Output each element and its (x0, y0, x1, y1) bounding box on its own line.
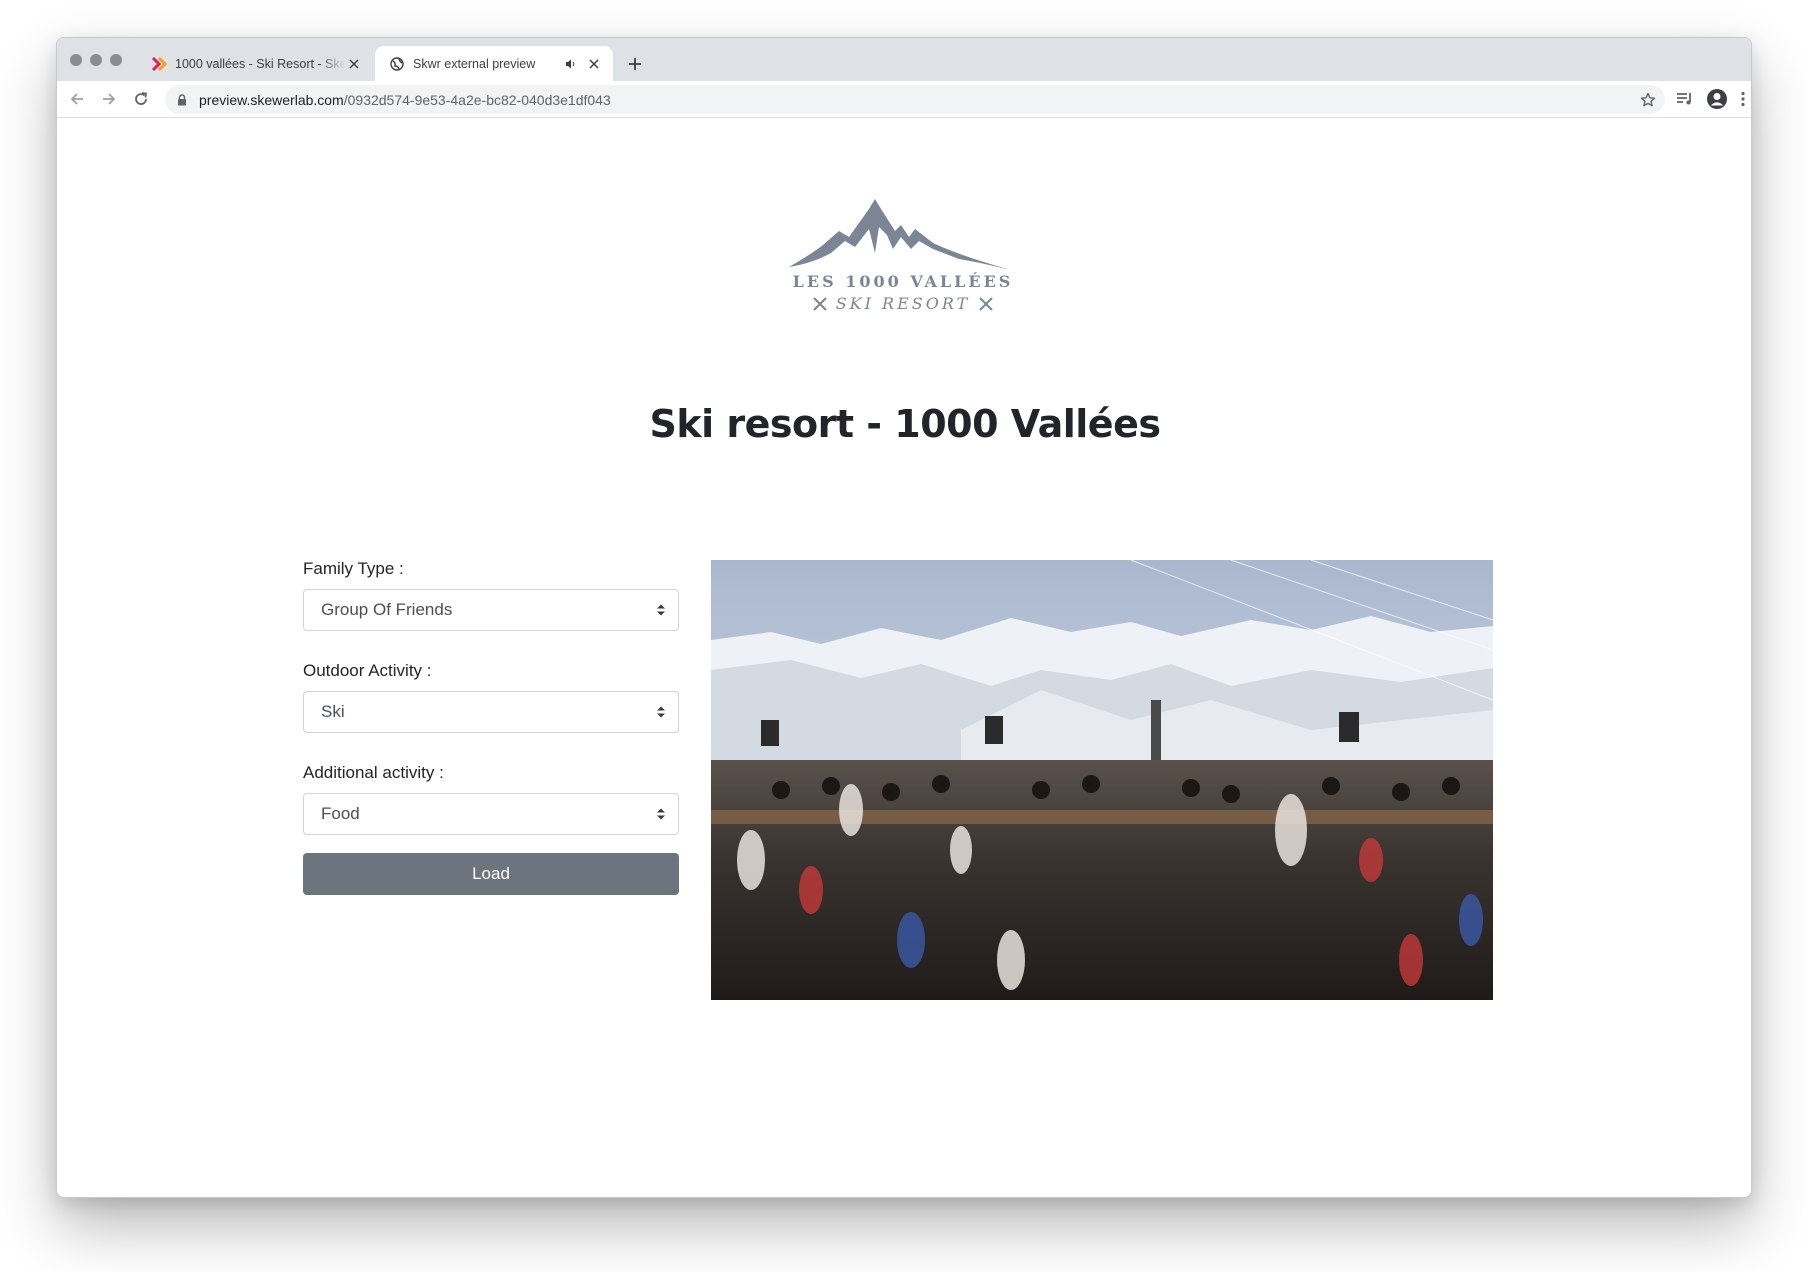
account-circle-icon (1707, 89, 1727, 109)
address-bar[interactable]: preview.skewerlab.com/0932d574-9e53-4a2e… (165, 85, 1665, 114)
browser-toolbar: preview.skewerlab.com/0932d574-9e53-4a2e… (57, 81, 1751, 118)
outdoor-activity-select[interactable]: Ski (303, 691, 679, 733)
browser-window: 1000 vallées - Ski Resort - Skewer Skwr … (56, 37, 1752, 1198)
maximize-window-button[interactable] (110, 54, 122, 66)
crossed-skis-icon (813, 296, 827, 311)
minimize-window-button[interactable] (90, 54, 102, 66)
close-icon[interactable] (585, 55, 603, 73)
skewer-logo-icon (151, 56, 167, 72)
logo-subtitle-row: SKI RESORT (783, 294, 1023, 313)
outdoor-activity-value: Ski (321, 702, 345, 721)
close-window-button[interactable] (70, 54, 82, 66)
outdoor-activity-field: Outdoor Activity : Ski (303, 661, 679, 733)
reload-button[interactable] (129, 87, 153, 111)
more-vertical-icon (1741, 91, 1745, 107)
reload-icon (135, 92, 148, 105)
close-icon[interactable] (345, 55, 363, 73)
arrow-right-icon (103, 93, 116, 105)
desktop-background: 1000 vallées - Ski Resort - Skewer Skwr … (0, 0, 1808, 1272)
forward-button[interactable] (97, 87, 121, 111)
tab-title: Skwr external preview (413, 56, 536, 71)
additional-activity-label: Additional activity : (303, 763, 444, 782)
crossed-skis-icon (979, 296, 993, 311)
speaker-icon[interactable] (563, 56, 579, 72)
select-arrows-icon (657, 706, 665, 718)
tab-strip: 1000 vallées - Ski Resort - Skewer Skwr … (57, 38, 1751, 81)
additional-activity-select[interactable]: Food (303, 793, 679, 835)
tab-ski-resort[interactable]: 1000 vallées - Ski Resort - Skewer (137, 46, 373, 81)
url-host: preview.skewerlab.com (199, 91, 344, 108)
mountain-logo-icon (789, 199, 1015, 271)
page-title: Ski resort - 1000 Vallées (649, 402, 1161, 446)
family-type-value: Group Of Friends (321, 600, 453, 619)
arrow-left-icon (70, 93, 83, 105)
page-content: LES 1000 VALLÉES SKI RESORT Ski resort -… (57, 119, 1751, 1197)
profile-button[interactable] (1705, 87, 1729, 111)
additional-activity-value: Food (321, 804, 360, 823)
star-icon[interactable] (1639, 91, 1657, 109)
globe-icon (389, 56, 405, 72)
lock-icon[interactable] (175, 93, 189, 107)
family-type-label: Family Type : (303, 559, 404, 578)
outdoor-activity-label: Outdoor Activity : (303, 661, 432, 680)
tab-title: 1000 vallées - Ski Resort - Skewer (175, 56, 345, 71)
tab-external-preview[interactable]: Skwr external preview (375, 46, 613, 81)
additional-activity-field: Additional activity : Food (303, 763, 679, 835)
ski-party-photo (711, 560, 1493, 1000)
select-arrows-icon (657, 604, 665, 616)
browser-menu-button[interactable] (1731, 87, 1751, 111)
preferences-form: Family Type : Group Of Friends Outdoor A… (303, 559, 679, 895)
back-button[interactable] (65, 87, 89, 111)
load-button[interactable]: Load (303, 853, 679, 895)
select-arrows-icon (657, 808, 665, 820)
url-text: preview.skewerlab.com/0932d574-9e53-4a2e… (199, 92, 611, 108)
new-tab-button[interactable] (623, 52, 647, 76)
family-type-field: Family Type : Group Of Friends (303, 559, 679, 631)
resort-logo: LES 1000 VALLÉES SKI RESORT (783, 197, 1023, 313)
logo-title: LES 1000 VALLÉES (792, 272, 1014, 291)
playlist-icon (1677, 93, 1691, 105)
url-path: /0932d574-9e53-4a2e-bc82-040d3e1df043 (343, 91, 611, 108)
family-type-select[interactable]: Group Of Friends (303, 589, 679, 631)
media-controls-button[interactable] (1673, 87, 1697, 111)
logo-subtitle: SKI RESORT (835, 294, 971, 313)
ski-party-photo-art (711, 560, 1493, 1000)
plus-icon (629, 58, 641, 70)
